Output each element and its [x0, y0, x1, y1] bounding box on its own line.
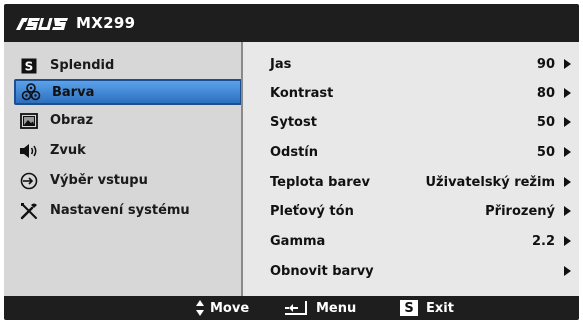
exit-label: Exit [426, 300, 454, 316]
setting-label: Kontrast [270, 85, 334, 101]
setting-row-teplota-barev[interactable]: Teplota barev Uživatelský režim [243, 172, 579, 192]
sidebar-item-label: Obraz [50, 113, 94, 128]
chevron-right-icon [564, 59, 571, 69]
chevron-right-icon [564, 88, 571, 98]
setting-row-odstin[interactable]: Odstín 50 [243, 142, 579, 162]
s-key-icon: S [400, 300, 418, 316]
setting-row-kontrast[interactable]: Kontrast 80 [243, 83, 579, 103]
setting-value: Přirozený [485, 203, 555, 219]
setting-label: Gamma [270, 233, 326, 249]
setting-label: Odstín [270, 144, 319, 160]
color-palette-icon [20, 82, 42, 102]
input-select-icon [18, 171, 40, 191]
chevron-right-icon [564, 266, 571, 276]
setting-value: 80 [536, 85, 555, 101]
setting-row-obnovit-barvy[interactable]: Obnovit barvy [243, 261, 579, 281]
setting-value: 2.2 [531, 233, 555, 249]
setting-label: Sytost [270, 114, 317, 130]
sidebar-item-label: Výběr vstupu [50, 173, 148, 188]
chevron-right-icon [564, 177, 571, 187]
svg-text:S: S [25, 59, 34, 73]
setting-row-pletovy-ton[interactable]: Pleťový tón Přirozený [243, 201, 579, 221]
sidebar-item-label: Barva [52, 84, 95, 100]
move-hint: Move [195, 296, 249, 320]
setting-value: Uživatelský režim [425, 174, 556, 190]
setting-value: 50 [536, 114, 555, 130]
move-label: Move [210, 300, 250, 316]
up-down-arrows-icon [195, 299, 205, 317]
sidebar-item-label: Nastavení systému [50, 203, 190, 218]
menu-label: Menu [316, 300, 357, 316]
setting-row-sytost[interactable]: Sytost 50 [243, 112, 579, 132]
setting-label: Obnovit barvy [270, 263, 374, 279]
sidebar-item-barva[interactable]: Barva [14, 79, 242, 105]
sidebar: S Splendid Barva Obraz Zvuk Výběr vstupu… [4, 42, 242, 296]
osd-menu: MX299 S Splendid Barva Obraz Zvuk Výběr … [4, 4, 579, 320]
setting-label: Teplota barev [270, 174, 370, 190]
speaker-icon [18, 141, 40, 161]
setting-row-gamma[interactable]: Gamma 2.2 [243, 231, 579, 251]
model-name: MX299 [76, 14, 136, 32]
setting-row-jas[interactable]: Jas 90 [243, 54, 579, 74]
picture-icon [18, 111, 40, 131]
asus-logo [16, 15, 68, 32]
chevron-right-icon [564, 147, 571, 157]
setting-value: 90 [536, 56, 555, 72]
s-box-icon: S [18, 56, 40, 76]
key-hint-bar: Move Menu S Exit [4, 296, 579, 320]
sidebar-item-nastaveni-systemu[interactable]: Nastavení systému [14, 198, 240, 223]
setting-label: Pleťový tón [270, 203, 354, 219]
setting-value: 50 [536, 144, 555, 160]
tools-icon [18, 201, 40, 221]
chevron-right-icon [564, 236, 571, 246]
sidebar-item-label: Splendid [50, 58, 115, 73]
setting-label: Jas [270, 56, 292, 72]
sidebar-item-label: Zvuk [50, 143, 86, 158]
exit-hint: S Exit [400, 296, 454, 320]
enter-icon [284, 299, 308, 317]
sidebar-item-zvuk[interactable]: Zvuk [14, 138, 240, 163]
title-bar: MX299 [4, 4, 579, 42]
chevron-right-icon [564, 206, 571, 216]
menu-hint: Menu [284, 296, 356, 320]
chevron-right-icon [564, 117, 571, 127]
settings-panel: Jas 90 Kontrast 80 Sytost 50 Odstín 50 T… [243, 42, 579, 296]
sidebar-item-splendid[interactable]: S Splendid [14, 53, 240, 78]
sidebar-item-obraz[interactable]: Obraz [14, 108, 240, 133]
sidebar-item-vyber-vstupu[interactable]: Výběr vstupu [14, 168, 240, 193]
